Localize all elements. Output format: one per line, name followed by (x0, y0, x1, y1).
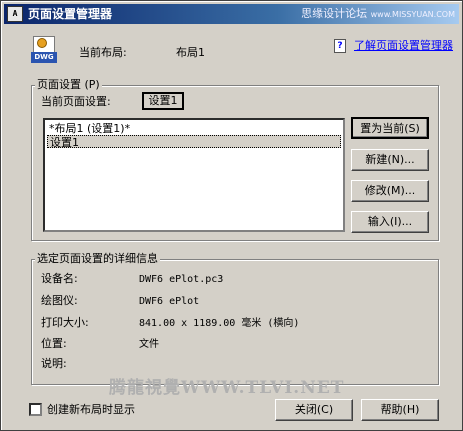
plot-size-label: 打印大小: (41, 316, 89, 329)
show-on-new-layout-label[interactable]: 创建新布局时显示 (47, 403, 135, 417)
help-question-icon: ? (334, 39, 346, 53)
dwg-file-icon: DWG (31, 36, 57, 66)
set-current-button[interactable]: 置为当前(S) (351, 117, 429, 139)
current-layout-value: 布局1 (176, 46, 205, 59)
show-on-new-layout-checkbox[interactable] (29, 403, 42, 416)
plotter-label: 绘图仪: (41, 294, 78, 307)
plotter-value: DWF6 ePlot (139, 296, 200, 307)
page-setup-list[interactable]: *布局1 (设置1)* 设置1 (43, 118, 345, 232)
list-item-selected[interactable]: 设置1 (47, 135, 341, 149)
autocad-app-icon: A (7, 6, 23, 22)
modify-button[interactable]: 修改(M)... (351, 180, 429, 202)
new-button[interactable]: 新建(N)... (351, 149, 429, 171)
device-name-value: DWF6 ePlot.pc3 (139, 274, 224, 285)
page-setup-group-title: 页面设置 (P) (35, 78, 102, 92)
watermark-top-text: 思缘设计论坛 (301, 7, 368, 20)
watermark-center: 腾龍視覺WWW.TLVI.NET (109, 378, 345, 398)
import-button[interactable]: 输入(I)... (351, 211, 429, 233)
page-setup-manager-dialog: A 页面设置管理器 思缘设计论坛 www.MISSYUAN.COM DWG 当前… (0, 0, 463, 431)
current-page-setup-label: 当前页面设置: (41, 95, 111, 108)
watermark-top-url: www.MISSYUAN.COM (370, 10, 455, 19)
help-button[interactable]: 帮助(H) (361, 399, 439, 421)
help-link-text[interactable]: 了解页面设置管理器 (354, 39, 454, 52)
device-name-label: 设备名: (41, 272, 78, 285)
list-item[interactable]: *布局1 (设置1)* (47, 122, 132, 135)
title-bar[interactable]: A 页面设置管理器 思缘设计论坛 www.MISSYUAN.COM (4, 4, 459, 24)
watermark-top: 思缘设计论坛 www.MISSYUAN.COM (301, 7, 455, 22)
description-label: 说明: (41, 357, 67, 370)
location-label: 位置: (41, 337, 67, 350)
close-button[interactable]: 关闭(C) (275, 399, 353, 421)
current-layout-label: 当前布局: (79, 46, 127, 59)
location-value: 文件 (139, 339, 159, 350)
window-title: 页面设置管理器 (28, 7, 113, 21)
current-page-setup-value: 设置1 (142, 92, 184, 110)
dwg-badge: DWG (31, 52, 57, 63)
plot-size-value: 841.00 x 1189.00 毫米 (横向) (139, 318, 300, 329)
gear-icon (37, 38, 47, 48)
details-group-title: 选定页面设置的详细信息 (35, 252, 160, 266)
